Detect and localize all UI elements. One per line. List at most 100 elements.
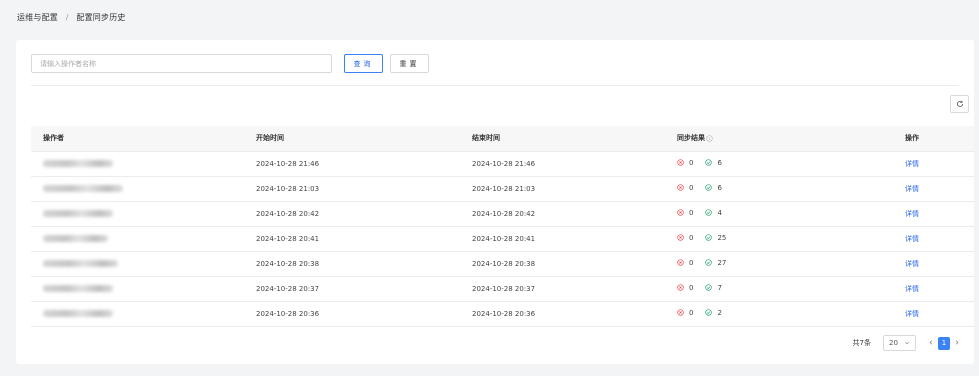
detail-link[interactable]: 详情 bbox=[905, 185, 919, 193]
x-circle-icon bbox=[677, 309, 684, 316]
cell-start-time: 2024-10-28 20:42 bbox=[244, 201, 460, 227]
cell-sync-result: 0 27 bbox=[665, 251, 893, 277]
cell-start-time: 2024-10-28 21:46 bbox=[244, 151, 460, 177]
breadcrumb-parent[interactable]: 运维与配置 bbox=[17, 13, 58, 22]
operator-search-input[interactable] bbox=[31, 54, 332, 73]
cell-action: 详情 bbox=[893, 201, 974, 227]
chevron-left-icon bbox=[929, 339, 933, 345]
check-circle-icon bbox=[705, 234, 713, 241]
next-page-button[interactable] bbox=[950, 339, 964, 348]
success-count-value: 25 bbox=[717, 233, 727, 242]
cell-start-time: 2024-10-28 20:37 bbox=[244, 276, 460, 302]
fail-count-value: 0 bbox=[689, 283, 694, 292]
check-circle-icon bbox=[705, 309, 713, 316]
page-number-current[interactable]: 1 bbox=[938, 336, 950, 350]
table-row: 2024-10-28 20:41 2024-10-28 20:41 0 25 详情 bbox=[31, 226, 974, 252]
cell-operator bbox=[31, 151, 244, 177]
check-circle-icon bbox=[705, 159, 713, 166]
x-circle-icon bbox=[677, 234, 684, 241]
success-count-value: 6 bbox=[717, 158, 722, 167]
success-count: 7 bbox=[705, 283, 722, 292]
fail-count-value: 0 bbox=[689, 158, 694, 167]
prev-page-button[interactable] bbox=[924, 339, 938, 348]
cell-sync-result: 06 bbox=[665, 151, 893, 177]
fail-count: 0 bbox=[677, 159, 693, 167]
cell-action: 详情 bbox=[893, 226, 974, 252]
operator-name-redacted bbox=[43, 160, 113, 167]
header-sync-result: 同步结果 bbox=[665, 126, 893, 152]
content-card: 查询 重置 操作者 开始时间 结束时间 同步结果 操作 2024-10-28 2… bbox=[16, 40, 974, 364]
header-end-time: 结束时间 bbox=[460, 126, 665, 152]
operator-name-redacted bbox=[43, 210, 113, 217]
success-count-value: 4 bbox=[717, 208, 722, 217]
breadcrumb-current: 配置同步历史 bbox=[76, 13, 126, 22]
cell-start-time: 2024-10-28 20:36 bbox=[244, 301, 460, 327]
cell-end-time: 2024-10-28 20:38 bbox=[460, 251, 665, 277]
operator-name-redacted bbox=[43, 260, 118, 267]
detail-link[interactable]: 详情 bbox=[905, 310, 919, 318]
detail-link[interactable]: 详情 bbox=[905, 210, 919, 218]
cell-action: 详情 bbox=[893, 276, 974, 302]
fail-count: 0 bbox=[677, 309, 693, 317]
success-count: 6 bbox=[705, 158, 722, 167]
fail-count: 0 bbox=[677, 284, 693, 292]
detail-link[interactable]: 详情 bbox=[905, 285, 919, 293]
cell-start-time: 2024-10-28 21:03 bbox=[244, 176, 460, 202]
cell-start-time: 2024-10-28 20:41 bbox=[244, 226, 460, 252]
fail-count-value: 0 bbox=[689, 183, 694, 192]
header-sync-result-label: 同步结果 bbox=[677, 134, 705, 143]
cell-end-time: 2024-10-28 20:37 bbox=[460, 276, 665, 302]
query-button[interactable]: 查询 bbox=[344, 54, 383, 73]
header-action: 操作 bbox=[893, 126, 974, 152]
cell-start-time: 2024-10-28 20:38 bbox=[244, 251, 460, 277]
cell-operator bbox=[31, 201, 244, 227]
pagination: 共7条 20 1 bbox=[853, 335, 964, 351]
table-row: 2024-10-28 20:36 2024-10-28 20:36 0 2 详情 bbox=[31, 301, 974, 327]
cell-action: 详情 bbox=[893, 301, 974, 327]
chevron-right-icon bbox=[955, 339, 959, 345]
cell-action: 详情 bbox=[893, 176, 974, 202]
header-start-time: 开始时间 bbox=[244, 126, 460, 152]
x-circle-icon bbox=[677, 259, 684, 266]
reset-button[interactable]: 重置 bbox=[390, 54, 429, 73]
page-size-value: 20 bbox=[889, 339, 898, 347]
detail-link[interactable]: 详情 bbox=[905, 235, 919, 243]
success-count-value: 2 bbox=[717, 308, 722, 317]
cell-sync-result: 07 bbox=[665, 276, 893, 302]
cell-end-time: 2024-10-28 20:36 bbox=[460, 301, 665, 327]
success-count-value: 7 bbox=[717, 283, 722, 292]
table-row: 2024-10-28 20:38 2024-10-28 20:38 0 27 详情 bbox=[31, 251, 974, 277]
operator-name-redacted bbox=[43, 285, 113, 292]
detail-link[interactable]: 详情 bbox=[905, 260, 919, 268]
success-count-value: 6 bbox=[717, 183, 722, 192]
divider bbox=[31, 85, 959, 86]
cell-sync-result: 04 bbox=[665, 201, 893, 227]
cell-operator bbox=[31, 301, 244, 327]
table-header-row: 操作者 开始时间 结束时间 同步结果 操作 bbox=[31, 126, 974, 152]
refresh-icon bbox=[956, 100, 963, 107]
fail-count-value: 0 bbox=[689, 258, 694, 267]
table-row: 2024-10-28 21:46 2024-10-28 21:46 0 6 详情 bbox=[31, 151, 974, 177]
cell-sync-result: 02 bbox=[665, 301, 893, 327]
operator-name-redacted bbox=[43, 310, 113, 317]
fail-count-value: 0 bbox=[689, 233, 694, 242]
x-circle-icon bbox=[677, 184, 684, 191]
detail-link[interactable]: 详情 bbox=[905, 160, 919, 168]
cell-operator bbox=[31, 276, 244, 302]
table-row: 2024-10-28 20:42 2024-10-28 20:42 0 4 详情 bbox=[31, 201, 974, 227]
success-count: 4 bbox=[705, 208, 722, 217]
check-circle-icon bbox=[705, 209, 713, 216]
info-circle-icon[interactable] bbox=[706, 135, 713, 142]
fail-count-value: 0 bbox=[689, 308, 694, 317]
table-row: 2024-10-28 20:37 2024-10-28 20:37 0 7 详情 bbox=[31, 276, 974, 302]
page-size-select[interactable]: 20 bbox=[883, 335, 916, 351]
operator-name-redacted bbox=[43, 185, 123, 192]
chevron-down-icon bbox=[904, 341, 910, 345]
refresh-button[interactable] bbox=[950, 95, 969, 113]
fail-count: 0 bbox=[677, 184, 693, 192]
breadcrumb: 运维与配置 / 配置同步历史 bbox=[17, 12, 126, 23]
success-count: 2 bbox=[705, 308, 722, 317]
success-count: 25 bbox=[705, 234, 726, 242]
pagination-total: 共7条 bbox=[852, 339, 871, 347]
cell-operator bbox=[31, 251, 244, 277]
